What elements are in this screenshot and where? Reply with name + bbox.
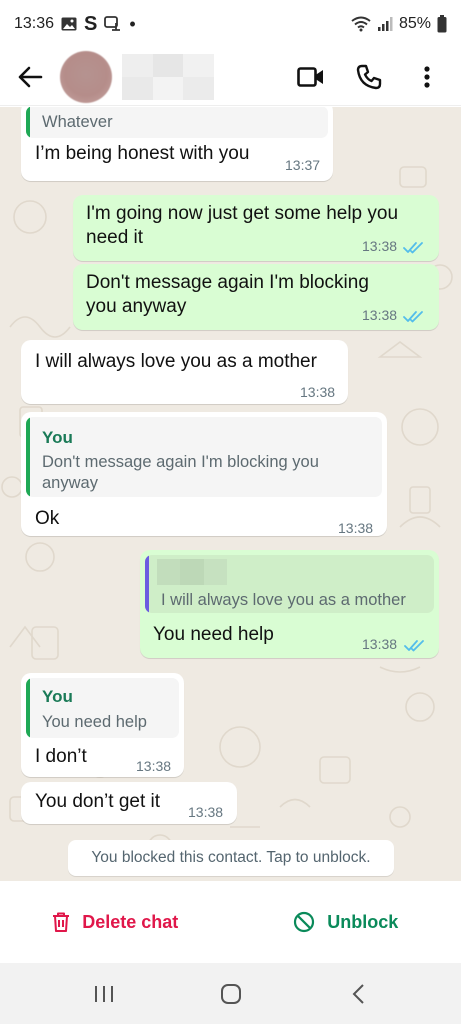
read-receipt-icon	[403, 242, 423, 254]
message-time: 13:38	[338, 520, 374, 536]
contact-avatar[interactable]	[60, 50, 112, 103]
message-text: Ok	[35, 508, 60, 529]
quoted-message[interactable]: I will always love you as a mother	[145, 555, 434, 613]
blocked-chat-actions: Delete chat Unblock	[0, 881, 461, 963]
status-bar: 13:36 S • 85%	[0, 0, 461, 48]
quoted-text-line2: anyway	[42, 474, 98, 492]
message-time: 13:38	[300, 384, 336, 400]
message-text-line1: I'm going now just get some help you	[86, 203, 399, 224]
message-text-line1: Don't message again I'm blocking	[86, 272, 369, 293]
recent-apps-icon	[94, 985, 113, 1002]
quoted-text-line1: Don't message again I'm blocking you	[42, 453, 319, 471]
message-text-line2: you anyway	[86, 296, 187, 317]
phone-icon	[356, 64, 382, 89]
message-bubble-incoming[interactable]: You You need help I don’t 13:38	[21, 673, 184, 777]
video-camera-icon	[297, 66, 323, 87]
delete-chat-button[interactable]: Delete chat	[0, 912, 231, 933]
quote-accent-bar	[26, 417, 30, 497]
battery-percent: 85%	[398, 15, 431, 32]
message-bubble-incoming[interactable]: You don’t get it 13:38	[21, 782, 237, 824]
read-receipt-icon	[404, 640, 424, 652]
signal-icon	[377, 16, 393, 32]
blocked-contact-notice[interactable]: You blocked this contact. Tap to unblock…	[68, 840, 394, 876]
system-navigation-bar	[0, 963, 461, 1024]
carrier-s-icon: S	[84, 12, 98, 35]
quoted-message[interactable]: Whatever	[26, 107, 328, 138]
message-text: You need help	[153, 624, 274, 645]
message-text: I will always love you as a mother	[35, 351, 317, 372]
quoted-author: You	[42, 687, 73, 706]
status-right: 85%	[351, 15, 447, 33]
quoted-author-redacted	[157, 559, 227, 585]
message-time: 13:38	[362, 307, 398, 323]
home-icon	[220, 983, 241, 1004]
quoted-author: You	[42, 428, 73, 447]
message-bubble-outgoing[interactable]: I will always love you as a mother You n…	[140, 550, 439, 658]
quote-accent-bar	[26, 107, 30, 138]
read-receipt-icon	[403, 311, 423, 323]
message-time: 13:38	[362, 636, 398, 652]
header-actions	[291, 57, 447, 97]
delete-chat-label: Delete chat	[82, 911, 179, 932]
home-button[interactable]	[201, 969, 261, 1019]
battery-icon	[437, 15, 447, 33]
message-bubble-incoming[interactable]: I will always love you as a mother 13:38	[21, 340, 348, 404]
arrow-left-icon	[18, 66, 43, 87]
message-text: I don’t	[35, 746, 87, 767]
unblock-button[interactable]: Unblock	[231, 911, 461, 933]
message-text: You don’t get it	[35, 791, 161, 812]
video-call-button[interactable]	[291, 57, 331, 97]
status-dot: •	[129, 13, 136, 34]
status-time: 13:36	[14, 15, 55, 32]
gallery-icon	[61, 17, 77, 31]
chevron-left-icon	[352, 983, 364, 1004]
quoted-text: I will always love you as a mother	[161, 591, 406, 609]
status-left: 13:36 S •	[14, 13, 136, 36]
message-text: I’m being honest with you	[35, 143, 250, 164]
chat-header	[0, 48, 461, 106]
message-time: 13:38	[362, 238, 398, 254]
voice-call-button[interactable]	[349, 57, 389, 97]
chat-area[interactable]: Whatever I’m being honest with you 13:37…	[0, 107, 461, 881]
message-time: 13:37	[285, 157, 321, 173]
message-bubble-outgoing[interactable]: I'm going now just get some help you nee…	[73, 195, 439, 261]
message-time: 13:38	[188, 804, 224, 820]
message-bubble-outgoing[interactable]: Don't message again I'm blocking you any…	[73, 264, 439, 330]
trash-icon	[53, 912, 70, 932]
quoted-text: You need help	[42, 713, 147, 731]
message-bubble-incoming[interactable]: Whatever I’m being honest with you 13:37	[21, 107, 333, 181]
back-nav-button[interactable]	[328, 969, 388, 1019]
message-text-line2: need it	[86, 227, 144, 248]
quoted-message[interactable]: You You need help	[26, 678, 179, 738]
contact-name-redacted[interactable]	[122, 53, 214, 100]
quoted-text: Whatever	[42, 113, 113, 131]
quote-accent-bar	[145, 555, 149, 613]
cast-icon	[104, 16, 122, 32]
back-button[interactable]	[4, 51, 56, 103]
unblock-label: Unblock	[327, 911, 399, 932]
message-time: 13:38	[136, 758, 172, 774]
block-icon	[294, 911, 315, 933]
quote-accent-bar	[26, 678, 30, 738]
message-bubble-incoming[interactable]: You Don't message again I'm blocking you…	[21, 412, 387, 536]
recent-apps-button[interactable]	[74, 969, 134, 1019]
wifi-icon	[351, 16, 371, 32]
more-vertical-icon	[424, 65, 430, 88]
more-options-button[interactable]	[407, 57, 447, 97]
quoted-message[interactable]: You Don't message again I'm blocking you…	[26, 417, 382, 497]
